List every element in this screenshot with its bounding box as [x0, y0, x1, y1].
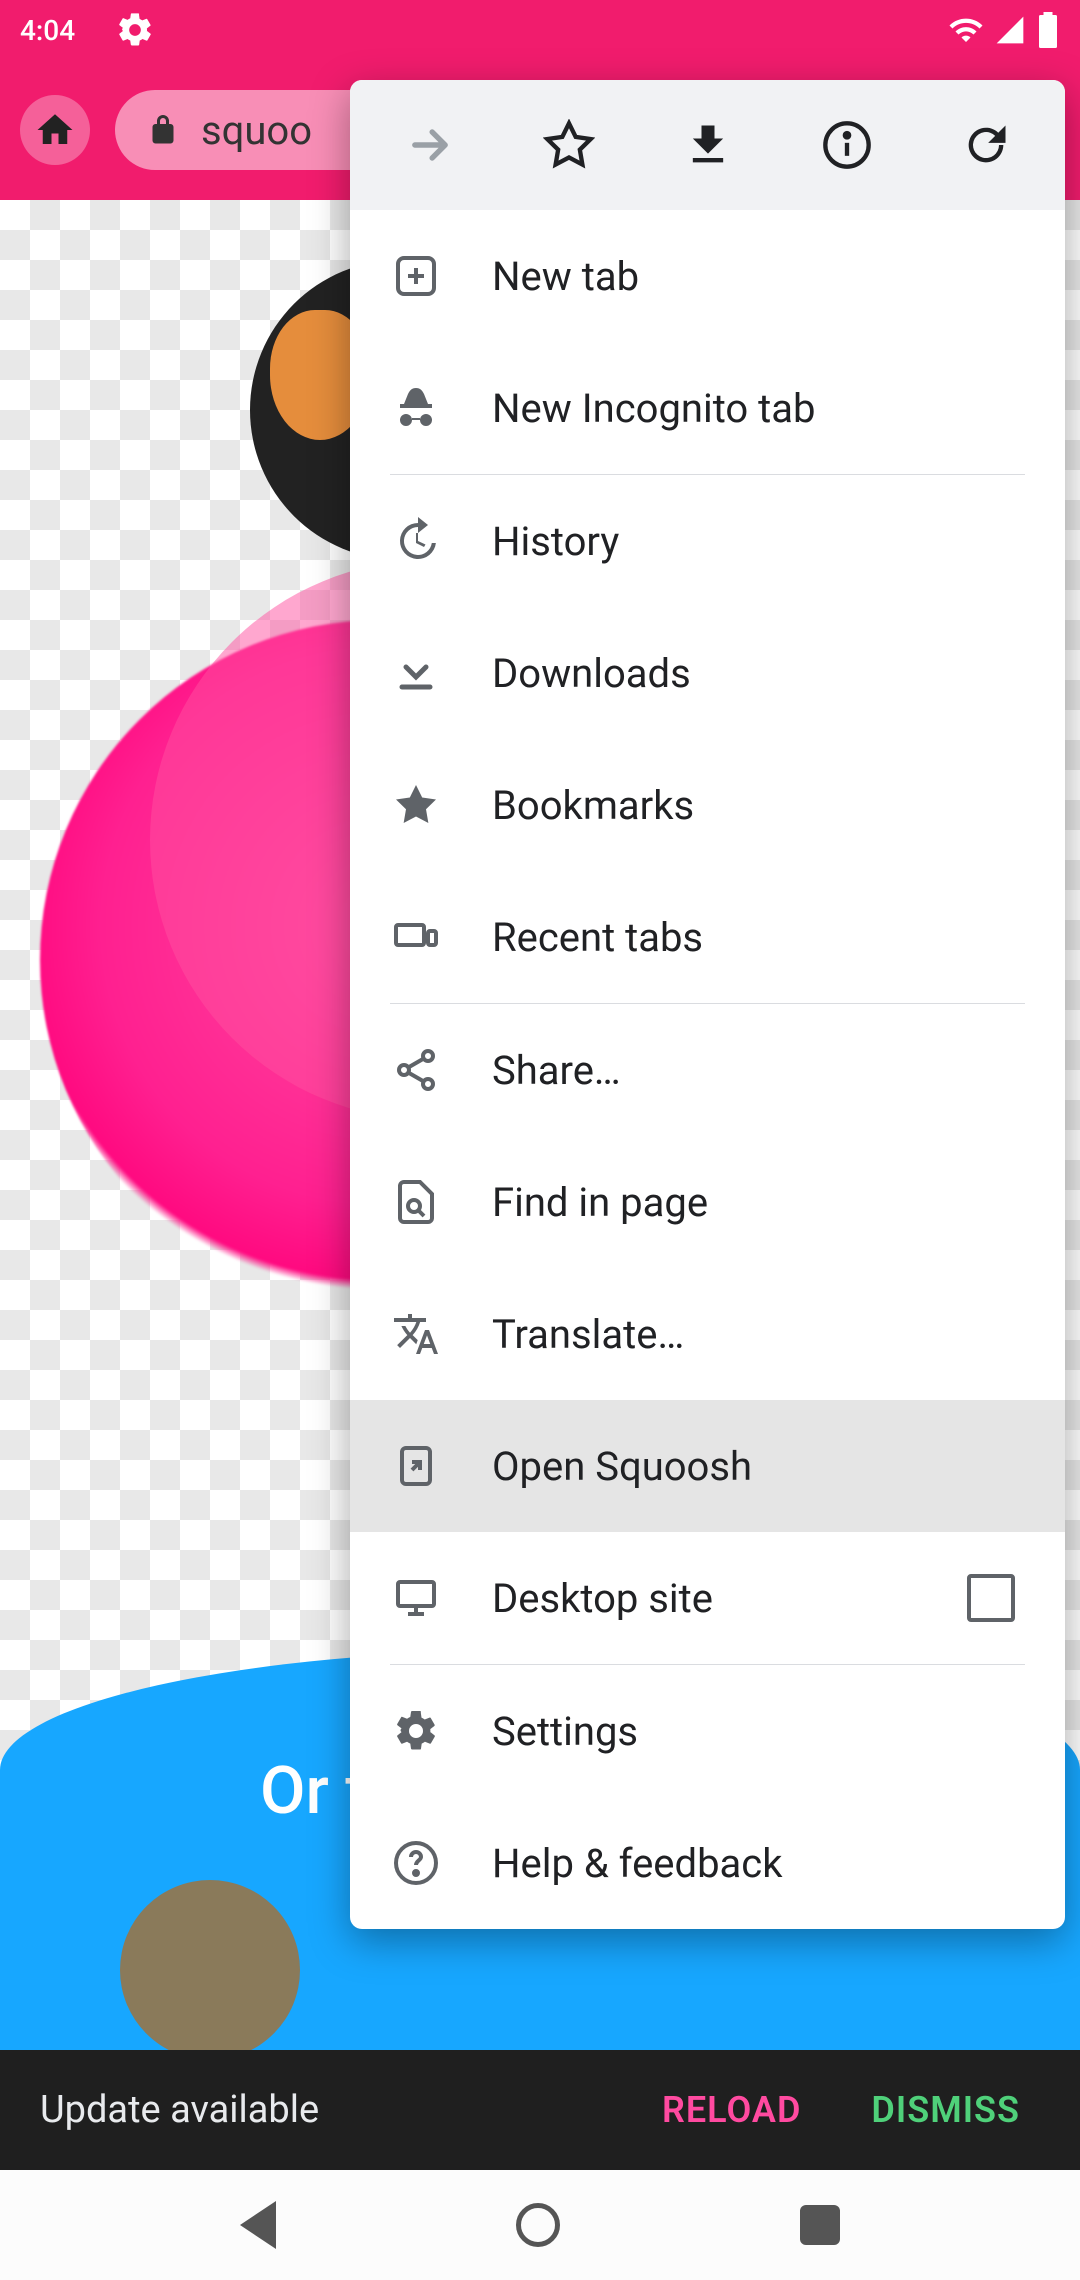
reload-button[interactable]	[937, 96, 1035, 194]
menu-top-action-row	[350, 80, 1065, 210]
settings-notification-icon	[115, 10, 155, 50]
nav-back-button[interactable]	[240, 2201, 276, 2249]
menu-item-label: Settings	[492, 1708, 1025, 1755]
info-icon	[821, 119, 873, 171]
settings-icon	[390, 1705, 442, 1757]
menu-item-history[interactable]: History	[350, 475, 1065, 607]
status-right-icons	[948, 12, 1060, 48]
overflow-menu: New tab New Incognito tab History Downlo…	[350, 80, 1065, 1929]
arrow-forward-icon	[404, 119, 456, 171]
status-bar: 4:04	[0, 0, 1080, 60]
recent-tabs-icon	[390, 911, 442, 963]
menu-item-label: New Incognito tab	[492, 385, 1025, 432]
menu-item-settings[interactable]: Settings	[350, 1665, 1065, 1797]
menu-item-bookmarks[interactable]: Bookmarks	[350, 739, 1065, 871]
snackbar-reload-button[interactable]: RELOAD	[642, 2069, 821, 2151]
info-button[interactable]	[798, 96, 896, 194]
help-icon	[390, 1837, 442, 1889]
menu-item-label: Translate…	[492, 1311, 1025, 1358]
menu-item-new-tab[interactable]: New tab	[350, 210, 1065, 342]
refresh-icon	[960, 119, 1012, 171]
star-outline-icon	[543, 119, 595, 171]
menu-item-find-in-page[interactable]: Find in page	[350, 1136, 1065, 1268]
sample-thumbnail	[120, 1880, 300, 2060]
menu-item-label: Find in page	[492, 1179, 1025, 1226]
menu-item-downloads[interactable]: Downloads	[350, 607, 1065, 739]
find-in-page-icon	[390, 1176, 442, 1228]
incognito-icon	[390, 382, 442, 434]
menu-item-label: Recent tabs	[492, 914, 1025, 961]
open-app-icon	[390, 1440, 442, 1492]
new-tab-icon	[390, 250, 442, 302]
cell-signal-icon	[994, 14, 1026, 46]
menu-item-help[interactable]: Help & feedback	[350, 1797, 1065, 1929]
nav-home-button[interactable]	[516, 2203, 560, 2247]
menu-item-label: Downloads	[492, 650, 1025, 697]
url-text: squoo	[201, 107, 312, 154]
menu-item-desktop-site[interactable]: Desktop site	[350, 1532, 1065, 1664]
menu-item-label: Share…	[492, 1047, 1025, 1094]
menu-item-label: New tab	[492, 253, 1025, 300]
menu-item-label: History	[492, 518, 1025, 565]
wifi-icon	[948, 12, 984, 48]
home-button[interactable]	[20, 95, 90, 165]
menu-item-open-app[interactable]: Open Squoosh	[350, 1400, 1065, 1532]
snackbar-message: Update available	[40, 2088, 612, 2132]
download-button[interactable]	[659, 96, 757, 194]
home-icon	[34, 109, 76, 151]
bookmarks-icon	[390, 779, 442, 831]
share-icon	[390, 1044, 442, 1096]
bookmark-button[interactable]	[520, 96, 618, 194]
system-nav-bar	[0, 2170, 1080, 2280]
status-time: 4:04	[20, 14, 75, 47]
menu-item-label: Desktop site	[492, 1575, 917, 1622]
history-icon	[390, 515, 442, 567]
downloads-icon	[390, 647, 442, 699]
forward-button[interactable]	[381, 96, 479, 194]
menu-item-label: Help & feedback	[492, 1840, 1025, 1887]
menu-item-label: Bookmarks	[492, 782, 1025, 829]
desktop-icon	[390, 1572, 442, 1624]
lock-icon	[145, 112, 181, 148]
snackbar-dismiss-button[interactable]: DISMISS	[851, 2069, 1040, 2151]
menu-item-recent-tabs[interactable]: Recent tabs	[350, 871, 1065, 1003]
desktop-site-checkbox[interactable]	[967, 1574, 1015, 1622]
menu-item-translate[interactable]: Translate…	[350, 1268, 1065, 1400]
translate-icon	[390, 1308, 442, 1360]
menu-item-share[interactable]: Share…	[350, 1004, 1065, 1136]
snackbar: Update available RELOAD DISMISS	[0, 2050, 1080, 2170]
nav-recents-button[interactable]	[800, 2205, 840, 2245]
download-icon	[682, 119, 734, 171]
menu-item-new-incognito[interactable]: New Incognito tab	[350, 342, 1065, 474]
menu-item-label: Open Squoosh	[492, 1443, 1025, 1490]
battery-icon	[1036, 12, 1060, 48]
